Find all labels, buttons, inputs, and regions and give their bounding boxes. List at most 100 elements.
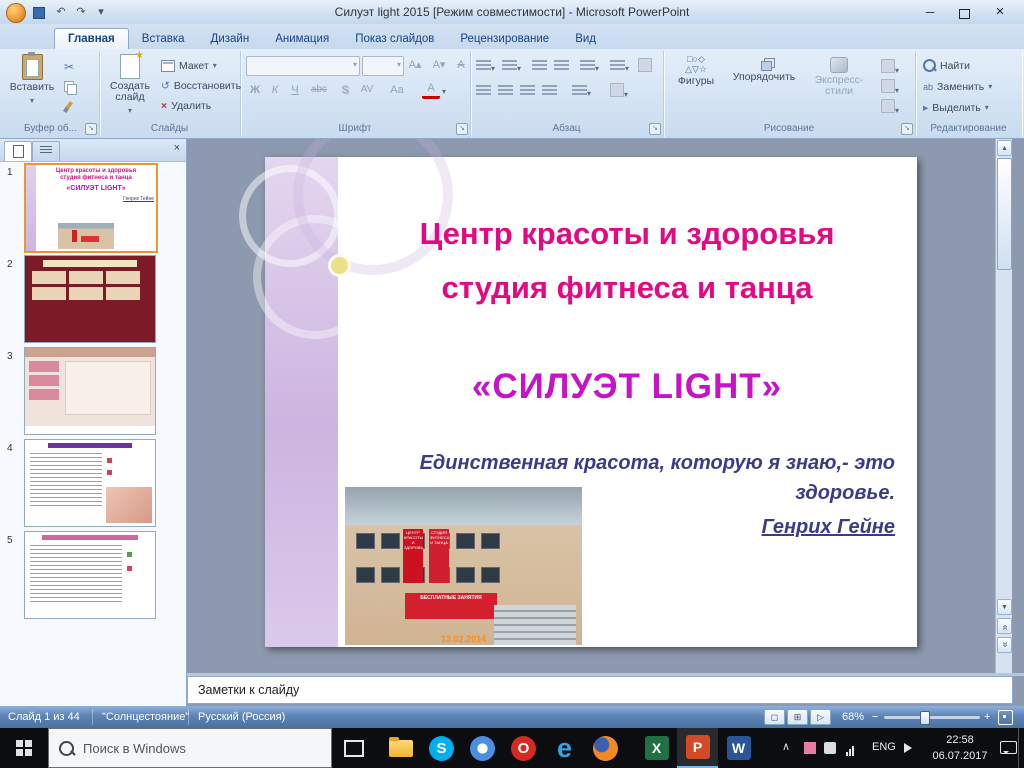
slide-thumbnail-1[interactable]: Центр красоты и здоровья студия фитнеса … <box>24 163 158 253</box>
slide-thumbnail-2[interactable] <box>24 255 156 343</box>
fit-to-window-button[interactable] <box>998 710 1013 725</box>
underline-button[interactable]: Ч <box>286 81 304 99</box>
tab-slideshow[interactable]: Показ слайдов <box>342 29 447 49</box>
copy-button[interactable] <box>64 77 77 96</box>
tab-insert[interactable]: Вставка <box>129 29 198 49</box>
font-dialog-launcher[interactable]: ↘ <box>456 123 468 135</box>
start-button[interactable] <box>0 728 48 768</box>
bold-button[interactable]: Ж <box>246 81 264 99</box>
font-size-combo[interactable] <box>362 56 404 76</box>
align-center-button[interactable] <box>498 83 513 101</box>
task-view-button[interactable] <box>332 728 376 768</box>
scroll-down-button[interactable]: ▼ <box>997 599 1012 615</box>
clipboard-dialog-launcher[interactable]: ↘ <box>85 123 97 135</box>
language-indicator[interactable]: Русский (Россия) <box>198 706 285 728</box>
notes-pane[interactable]: Заметки к слайду <box>187 676 1013 704</box>
building-photo[interactable]: ЦЕНТР КРАСОТЫ И ЗДОРОВЬЯ СТУДИЯ ФИТНЕСА … <box>345 487 582 645</box>
select-button[interactable]: ▸ Выделить ▾ <box>923 98 989 117</box>
tab-home[interactable]: Главная <box>54 28 129 49</box>
slide-thumbnail-4[interactable] <box>24 439 156 527</box>
change-case-button[interactable]: Аа <box>388 81 406 99</box>
zoom-slider-track[interactable] <box>884 716 980 719</box>
arrange-button[interactable]: Упорядочить <box>729 54 799 83</box>
chrome-button[interactable] <box>462 728 503 768</box>
text-shadow-button[interactable]: S <box>336 81 354 99</box>
previous-slide-button[interactable]: « <box>997 618 1012 634</box>
delete-slide-button[interactable]: × Удалить <box>161 96 211 115</box>
scroll-up-button[interactable]: ▲ <box>997 140 1012 156</box>
font-color-button[interactable]: А <box>422 81 440 99</box>
shapes-button[interactable]: □○◇ △▽☆ Фигуры <box>667 54 725 87</box>
powerpoint-button[interactable]: P <box>677 728 718 768</box>
shape-fill-button[interactable]: ▾ <box>881 59 899 78</box>
tab-animation[interactable]: Анимация <box>262 29 342 49</box>
decrease-indent-button[interactable] <box>532 58 547 76</box>
zoom-out-button[interactable]: − <box>872 706 878 728</box>
font-name-combo[interactable] <box>246 56 360 76</box>
drawing-dialog-launcher[interactable]: ↘ <box>901 123 913 135</box>
tray-pink-app-icon[interactable] <box>804 742 816 754</box>
reset-slide-button[interactable]: ↺ Восстановить <box>161 76 241 95</box>
numbering-button[interactable]: ▾ <box>502 58 521 76</box>
slide-sorter-view-button[interactable]: ⊞ <box>787 709 808 725</box>
vertical-scrollbar[interactable]: ▲ ▼ « « <box>995 139 1012 673</box>
word-button[interactable]: W <box>718 728 759 768</box>
columns-button[interactable]: ▾ <box>572 83 591 101</box>
tab-review[interactable]: Рецензирование <box>447 29 562 49</box>
format-painter-button[interactable] <box>62 97 74 116</box>
skype-button[interactable]: S <box>421 728 462 768</box>
layout-button[interactable]: Макет ▾ <box>161 56 217 75</box>
tray-expand-chevron[interactable]: ∧ <box>782 740 790 753</box>
character-spacing-button[interactable]: AV <box>358 81 376 99</box>
slide-thumbnail-3[interactable] <box>24 347 156 435</box>
justify-button[interactable] <box>542 83 557 101</box>
bullets-button[interactable]: ▾ <box>476 58 495 76</box>
slide-thumbnail-5[interactable] <box>24 531 156 619</box>
tab-slides-thumbnails[interactable] <box>4 141 32 161</box>
text-direction-button[interactable]: ▾ <box>610 58 629 76</box>
close-panel-button[interactable]: × <box>174 142 180 154</box>
tray-app-icon[interactable] <box>824 742 836 754</box>
find-button[interactable]: Найти <box>923 56 970 75</box>
edge-button[interactable]: e <box>544 728 585 768</box>
show-desktop-button[interactable] <box>1018 728 1024 768</box>
zoom-in-button[interactable]: + <box>984 706 990 728</box>
slideshow-view-button[interactable]: ▷ <box>810 709 831 725</box>
next-slide-button[interactable]: « <box>997 637 1012 653</box>
new-slide-button[interactable]: ★ Создать слайд ▾ <box>103 50 157 116</box>
scrollbar-thumb[interactable] <box>997 158 1012 270</box>
tab-outline[interactable] <box>32 141 60 161</box>
zoom-slider-thumb[interactable] <box>920 711 930 725</box>
strikethrough-button[interactable]: abc <box>310 81 328 99</box>
replace-button[interactable]: ab Заменить ▾ <box>923 77 992 96</box>
shape-outline-button[interactable]: ▾ <box>881 79 899 98</box>
paragraph-dialog-launcher[interactable]: ↘ <box>649 123 661 135</box>
paste-button[interactable]: Вставить ▾ <box>8 52 56 106</box>
shrink-font-button[interactable]: А▾ <box>430 56 448 74</box>
align-left-button[interactable] <box>476 83 491 101</box>
tab-view[interactable]: Вид <box>562 29 609 49</box>
taskbar-clock[interactable]: 22:58 06.07.2017 <box>928 732 992 764</box>
normal-view-button[interactable]: ◻ <box>764 709 785 725</box>
excel-button[interactable]: X <box>636 728 677 768</box>
quick-styles-button[interactable]: Экспресс-стили <box>803 54 875 97</box>
slide-brand-text[interactable]: «СИЛУЭТ LIGHT» <box>345 367 909 407</box>
action-center-icon[interactable] <box>1000 741 1017 754</box>
align-text-button[interactable] <box>638 58 652 77</box>
slide-canvas[interactable]: Центр красоты и здоровья студия фитнеса … <box>239 139 917 647</box>
minimize-button[interactable]: ─ <box>914 2 946 23</box>
italic-button[interactable]: К <box>266 81 284 99</box>
slide-title-line2[interactable]: студия фитнеса и танца <box>345 269 909 307</box>
smartart-convert-button[interactable]: ▾ <box>610 83 628 102</box>
taskbar-search[interactable]: Поиск в Windows <box>48 728 332 768</box>
network-icon[interactable] <box>846 746 854 756</box>
tab-design[interactable]: Дизайн <box>198 29 263 49</box>
file-explorer-button[interactable] <box>380 728 421 768</box>
font-color-caret[interactable]: ▾ <box>442 87 446 96</box>
opera-button[interactable]: O <box>503 728 544 768</box>
speaker-icon[interactable] <box>904 743 912 753</box>
increase-indent-button[interactable] <box>554 58 569 76</box>
line-spacing-button[interactable]: ▾ <box>580 58 599 76</box>
zoom-level[interactable]: 68% <box>842 706 864 728</box>
restore-button[interactable] <box>948 2 980 23</box>
